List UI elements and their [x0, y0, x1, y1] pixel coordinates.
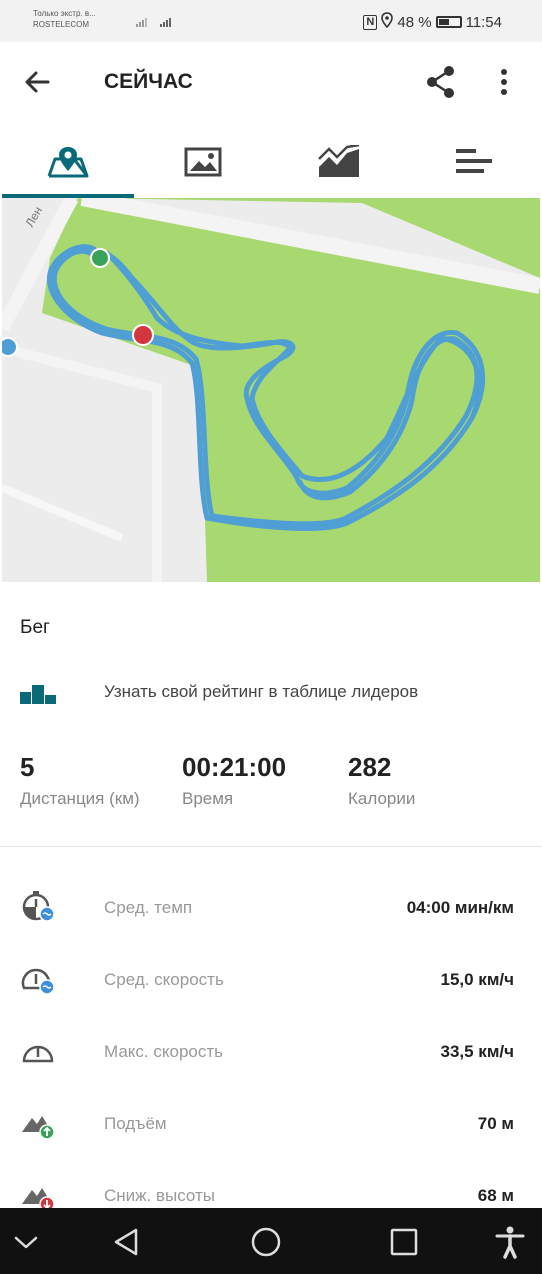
- calories-summary: 282 Калории: [348, 752, 415, 809]
- tab-map[interactable]: [0, 126, 136, 198]
- time-summary: 00:21:00 Время: [182, 752, 286, 809]
- stat-value: 70 м: [477, 1114, 514, 1133]
- accessibility-button[interactable]: [492, 1224, 528, 1260]
- carrier-line-1: Только экстр. в...: [33, 9, 96, 18]
- app-bar: СЕЙЧАС: [0, 42, 542, 126]
- time-value: 00:21:00: [182, 752, 287, 782]
- stat-value: 68 м: [477, 1186, 514, 1205]
- status-bar: Только экстр. в... ROSTELECOM N 48 % 11:…: [0, 0, 542, 42]
- more-vert-icon: [501, 69, 507, 95]
- summary: 5 Дистанция (км) 00:21:00 Время 282 Кало…: [0, 752, 542, 832]
- stat-row-avg-pace: Сред. темп 04:00 мин/км: [0, 870, 542, 942]
- tab-photos[interactable]: [136, 126, 272, 198]
- image-icon: [184, 147, 222, 177]
- pace-icon: [22, 891, 55, 922]
- location-icon: [381, 12, 394, 32]
- more-options-button[interactable]: [492, 64, 516, 100]
- back-button[interactable]: [20, 64, 56, 100]
- leaderboard-link[interactable]: Узнать свой рейтинг в таблице лидеров: [0, 670, 542, 718]
- square-recents-icon: [390, 1228, 418, 1256]
- time-label: Время: [182, 789, 234, 808]
- tab-bar: [0, 126, 542, 198]
- triangle-back-icon: [114, 1228, 138, 1256]
- distance-label: Дистанция (км): [20, 789, 140, 808]
- stat-label: Сред. скорость: [104, 970, 224, 989]
- signal-icon: [134, 13, 180, 32]
- stat-row-max-speed: Макс. скорость 33,5 км/ч: [0, 1014, 542, 1086]
- battery-icon: [435, 16, 462, 28]
- calories-value: 282: [348, 752, 392, 782]
- carrier-info: Только экстр. в... ROSTELECOM: [33, 8, 96, 30]
- route-map[interactable]: Лен: [2, 198, 540, 582]
- location-dot: [2, 337, 18, 357]
- circle-home-icon: [251, 1227, 281, 1257]
- stat-label: Сниж. высоты: [104, 1186, 216, 1205]
- nfc-icon: N: [363, 14, 378, 30]
- sport-type: Бег: [20, 617, 50, 638]
- share-button[interactable]: [424, 64, 458, 100]
- distance-value: 5: [20, 752, 35, 782]
- stat-label: Сред. темп: [104, 898, 193, 917]
- system-nav-bar: [0, 1208, 542, 1274]
- stat-value: 04:00 мин/км: [406, 898, 514, 917]
- distance-summary: 5 Дистанция (км): [20, 752, 140, 809]
- nav-recents-button[interactable]: [386, 1224, 422, 1260]
- status-right: N 48 % 11:54: [363, 12, 502, 32]
- finish-marker: [132, 324, 154, 346]
- stat-value: 33,5 км/ч: [440, 1042, 515, 1061]
- collapse-nav-button[interactable]: [8, 1224, 44, 1260]
- speedometer-max-icon: [22, 1045, 54, 1063]
- stat-row-ascent: Подъём 70 м: [0, 1086, 542, 1158]
- stats-list: Сред. темп 04:00 мин/км Сред. скорость 1…: [0, 870, 542, 1230]
- tab-laps[interactable]: [407, 126, 542, 198]
- calories-label: Калории: [348, 789, 416, 808]
- leaderboard-text: Узнать свой рейтинг в таблице лидеров: [104, 682, 419, 701]
- bars-icon: [456, 149, 493, 173]
- map-pin-icon: [47, 147, 89, 178]
- accessibility-icon: [495, 1226, 525, 1259]
- chevron-down-icon: [14, 1236, 38, 1249]
- stat-value: 15,0 км/ч: [440, 970, 515, 989]
- descent-icon: [22, 1188, 55, 1212]
- share-icon: [427, 66, 454, 98]
- stat-row-avg-speed: Сред. скорость 15,0 км/ч: [0, 942, 542, 1014]
- page-title: СЕЙЧАС: [104, 70, 193, 93]
- carrier-name: ROSTELECOM: [33, 20, 90, 29]
- clock: 11:54: [465, 13, 502, 31]
- divider: [0, 846, 542, 847]
- area-chart-icon: [317, 145, 359, 177]
- speedometer-icon: [21, 968, 55, 995]
- stat-label: Подъём: [104, 1114, 167, 1133]
- stat-label: Макс. скорость: [104, 1042, 224, 1061]
- arrow-left-icon: [25, 71, 50, 93]
- battery-percent: 48 %: [397, 13, 432, 31]
- tab-chart[interactable]: [271, 126, 407, 198]
- nav-back-button[interactable]: [108, 1224, 144, 1260]
- podium-icon: [20, 685, 56, 704]
- nav-home-button[interactable]: [248, 1224, 284, 1260]
- start-marker: [90, 248, 110, 268]
- ascent-icon: [22, 1116, 55, 1140]
